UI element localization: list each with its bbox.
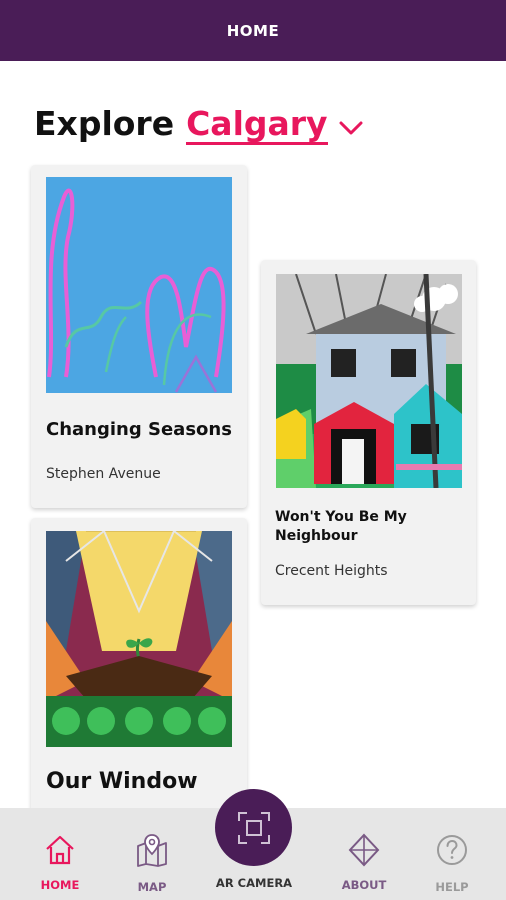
artwork-image: [46, 531, 232, 747]
artwork-card-our-window[interactable]: Our Window: [31, 518, 247, 818]
nav-label: HELP: [435, 880, 469, 894]
artwork-card-wont-you-be-my-neighbour[interactable]: Won't You Be My Neighbour Crecent Height…: [261, 260, 476, 605]
help-circle-icon: [437, 835, 467, 865]
artwork-image: [46, 177, 232, 393]
artwork-card-changing-seasons[interactable]: Changing Seasons Stephen Avenue: [31, 165, 247, 508]
nav-label: ABOUT: [341, 878, 387, 892]
page-title: HOME: [226, 21, 280, 40]
explore-heading: Explore Calgary: [34, 104, 364, 145]
nav-map[interactable]: MAP: [110, 808, 194, 900]
map-pin-icon: [137, 834, 167, 867]
ar-camera-label: AR CAMERA: [215, 876, 293, 890]
nav-label: HOME: [40, 878, 80, 892]
card-title: Our Window: [46, 769, 198, 794]
nav-about[interactable]: ABOUT: [322, 808, 406, 900]
city-selector[interactable]: Calgary: [186, 106, 328, 145]
scan-frame-icon: [237, 811, 270, 844]
diamond-compass-icon: [348, 833, 380, 867]
nav-home[interactable]: HOME: [18, 808, 102, 900]
chevron-down-icon[interactable]: [338, 118, 364, 138]
card-title: Changing Seasons: [46, 419, 232, 440]
home-icon: [46, 835, 74, 865]
card-title: Won't You Be My Neighbour: [275, 509, 407, 544]
card-location: Stephen Avenue: [46, 466, 161, 482]
artwork-image: [276, 274, 462, 488]
ar-camera-button[interactable]: [215, 789, 292, 866]
card-location: Crecent Heights: [275, 563, 388, 579]
nav-label: MAP: [137, 880, 167, 894]
nav-help: HELP: [410, 808, 494, 900]
explore-label: Explore: [34, 104, 175, 143]
top-app-bar: HOME: [0, 0, 506, 61]
